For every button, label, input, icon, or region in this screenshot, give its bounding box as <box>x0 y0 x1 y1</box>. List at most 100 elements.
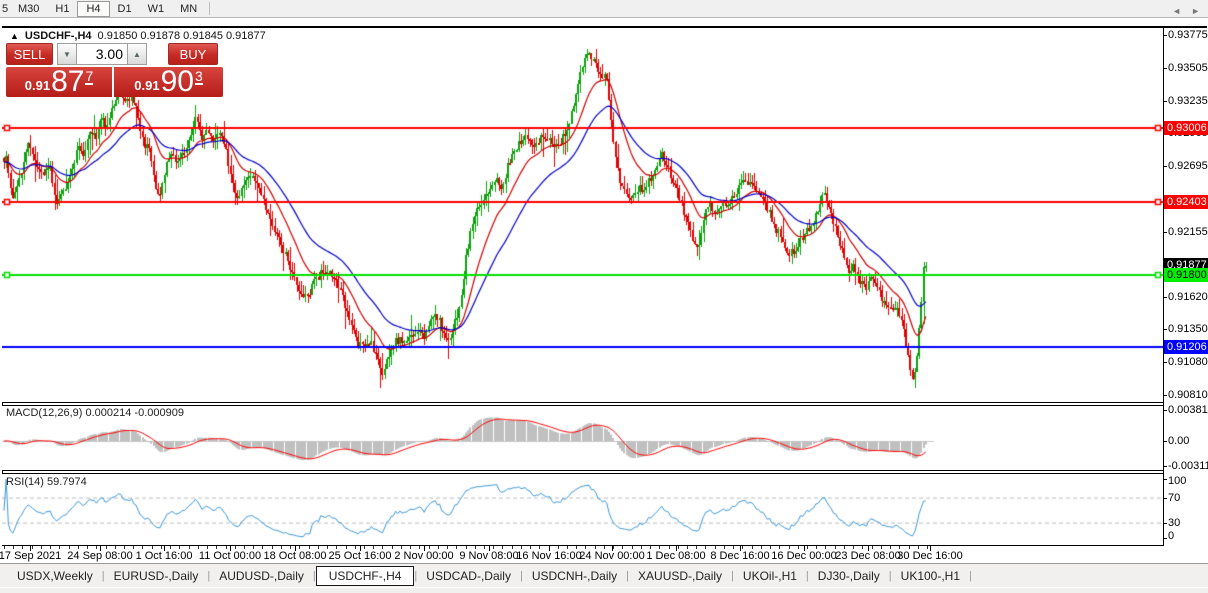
sell-price-button[interactable]: 0.91 87 7 <box>6 67 112 97</box>
time-minor-tick <box>641 546 642 549</box>
time-tick-label: 24 Nov 00:00 <box>579 550 645 562</box>
time-minor-tick <box>235 546 236 549</box>
time-minor-tick <box>872 546 873 549</box>
volume-decrease-button[interactable]: ▼ <box>57 43 77 65</box>
chart-tab-eurusd-daily[interactable]: EURUSD-,Daily <box>105 567 208 585</box>
time-minor-tick <box>179 546 180 549</box>
axis-tick <box>1163 441 1167 442</box>
tab-scroll-controls: ◄ ► <box>1172 6 1200 16</box>
axis-tick <box>1163 523 1167 524</box>
time-minor-tick <box>909 546 910 549</box>
chart-tab-usdcad-daily[interactable]: USDCAD-,Daily <box>417 567 520 585</box>
time-minor-tick <box>622 546 623 549</box>
chart-symbol-label: USDCHF-,H4 <box>24 30 92 42</box>
chart-tab-audusd-daily[interactable]: AUDUSD-,Daily <box>210 567 313 585</box>
macd-title: MACD(12,26,9) 0.000214 -0.000909 <box>6 407 184 419</box>
time-tick-label: 8 Dec 16:00 <box>710 550 770 562</box>
time-minor-tick <box>336 546 337 549</box>
timeframe-button-5[interactable]: 5 <box>0 1 10 17</box>
axis-tick <box>1163 297 1167 298</box>
volume-input[interactable] <box>77 43 127 65</box>
time-minor-tick <box>632 546 633 549</box>
time-minor-tick <box>456 546 457 549</box>
axis-tick <box>1163 68 1167 69</box>
time-minor-tick <box>770 546 771 549</box>
tab-scroll-right-icon[interactable]: ► <box>1191 6 1200 16</box>
price-tick-label: 0.93505 <box>1168 62 1208 74</box>
time-tick-label: 16 Dec 00:00 <box>771 550 837 562</box>
time-tick-label: 18 Oct 08:00 <box>263 550 327 562</box>
time-minor-tick <box>290 546 291 549</box>
price-tick-label: 0.93235 <box>1168 95 1208 107</box>
time-minor-tick <box>779 546 780 549</box>
tab-scroll-left-icon[interactable]: ◄ <box>1172 6 1181 16</box>
time-minor-tick <box>281 546 282 549</box>
time-axis[interactable]: 17 Sep 2021 24 Sep 08:00 1 Oct 16:00 11 Oct… <box>0 546 1163 562</box>
price-line-label: 0.91206 <box>1164 340 1208 354</box>
time-minor-tick <box>419 546 420 549</box>
macd-axis-label: 0.00 <box>1168 435 1190 447</box>
time-minor-tick <box>862 546 863 549</box>
chart-tab-usdx-weekly[interactable]: USDX,Weekly <box>8 567 102 585</box>
time-tick-label: 25 Oct 16:00 <box>328 550 392 562</box>
chart-tab-dj30-daily[interactable]: DJ30-,Daily <box>809 567 889 585</box>
time-minor-tick <box>124 546 125 549</box>
time-tick-label: 11 Oct 00:00 <box>198 550 262 562</box>
panel-separator[interactable] <box>2 402 1163 403</box>
timeframe-button-h4[interactable]: H4 <box>77 0 110 17</box>
chart-tab-xauusd-daily[interactable]: XAUUSD-,Daily <box>629 567 731 585</box>
time-minor-tick <box>69 546 70 549</box>
time-minor-tick <box>493 546 494 549</box>
macd-axis-label: 0.003811 <box>1168 404 1208 416</box>
price-tick-label: 0.92695 <box>1168 160 1208 172</box>
time-minor-tick <box>604 546 605 549</box>
buy-button[interactable]: BUY <box>168 43 218 65</box>
panel-separator[interactable] <box>2 470 1163 471</box>
chart-tab-usdchf-h4[interactable]: USDCHF-,H4 <box>315 565 415 586</box>
sell-button[interactable]: SELL <box>6 43 53 65</box>
timeframe-button-d1[interactable]: D1 <box>110 1 140 17</box>
rsi-indicator-canvas[interactable] <box>2 474 1163 545</box>
chart-tab-usdcnh-daily[interactable]: USDCNH-,Daily <box>523 567 626 585</box>
time-minor-tick <box>32 546 33 549</box>
time-minor-tick <box>890 546 891 549</box>
time-minor-tick <box>401 546 402 549</box>
chart-tab-ukoil-h1[interactable]: UKOil-,H1 <box>734 567 806 585</box>
axis-tick <box>1163 479 1167 480</box>
rsi-axis-label: 100 <box>1168 475 1187 487</box>
buy-price-prefix: 0.91 <box>134 78 160 93</box>
rsi-title: RSI(14) 59.7974 <box>6 476 87 488</box>
time-minor-tick <box>502 546 503 549</box>
time-minor-tick <box>881 546 882 549</box>
time-minor-tick <box>512 546 513 549</box>
time-minor-tick <box>216 546 217 549</box>
chart-tab-uk100-h1[interactable]: UK100-,H1 <box>892 567 969 585</box>
timeframe-button-w1[interactable]: W1 <box>140 1 173 17</box>
time-minor-tick <box>899 546 900 549</box>
time-minor-tick <box>382 546 383 549</box>
buy-price-button[interactable]: 0.91 90 3 <box>114 67 223 97</box>
time-minor-tick <box>13 546 14 549</box>
timeframe-button-mn[interactable]: MN <box>172 1 205 17</box>
time-minor-tick <box>142 546 143 549</box>
time-minor-tick <box>309 546 310 549</box>
time-minor-tick <box>106 546 107 549</box>
time-minor-tick <box>927 546 928 549</box>
time-minor-tick <box>410 546 411 549</box>
price-line-label: 0.93006 <box>1164 121 1208 135</box>
axis-tick <box>1163 498 1167 499</box>
timeframe-button-h1[interactable]: H1 <box>47 1 77 17</box>
time-minor-tick <box>133 546 134 549</box>
collapse-panel-icon[interactable]: ▲ <box>10 31 19 41</box>
timeframe-button-m30[interactable]: M30 <box>10 1 47 17</box>
timeframe-toolbar: 5 M30 H1 H4 D1 W1 MN <box>0 0 1208 18</box>
time-minor-tick <box>78 546 79 549</box>
volume-increase-button[interactable]: ▲ <box>127 43 147 65</box>
time-minor-tick <box>705 546 706 549</box>
price-line-label: 0.92403 <box>1164 195 1208 209</box>
time-minor-tick <box>466 546 467 549</box>
time-minor-tick <box>567 546 568 549</box>
time-minor-tick <box>22 546 23 549</box>
time-minor-tick <box>807 546 808 549</box>
axis-tick <box>1163 362 1167 363</box>
